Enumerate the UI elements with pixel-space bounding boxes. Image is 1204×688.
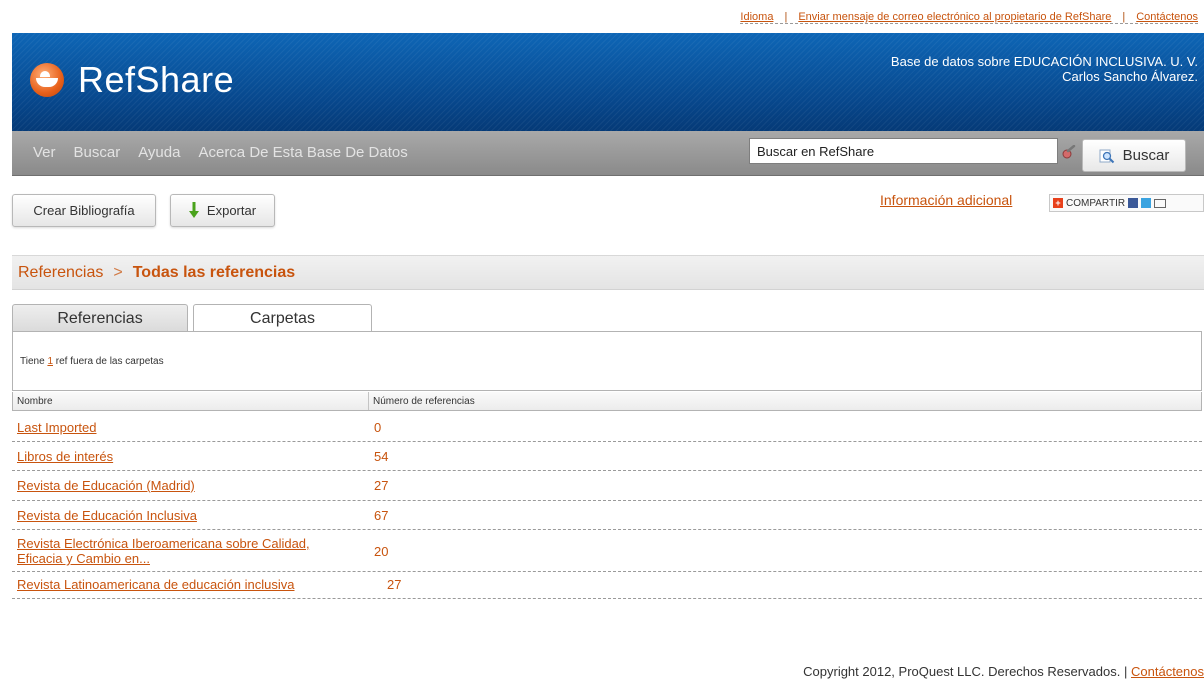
table-header: Nombre Número de referencias: [12, 392, 1202, 411]
clear-search-icon[interactable]: [1062, 145, 1076, 159]
refshare-logo-icon: [30, 63, 64, 97]
breadcrumb: Referencias > Todas las referencias: [12, 255, 1204, 290]
twitter-icon[interactable]: [1141, 198, 1152, 208]
facebook-icon[interactable]: [1128, 198, 1139, 208]
column-header-name[interactable]: Nombre: [17, 396, 53, 407]
folder-link[interactable]: Revista de Educación Inclusiva: [17, 508, 347, 523]
nav-items: Ver Buscar Ayuda Acerca De Esta Base De …: [33, 144, 408, 161]
database-name: Base de datos sobre EDUCACIÓN INCLUSIVA.…: [890, 54, 1198, 69]
database-info: Base de datos sobre EDUCACIÓN INCLUSIVA.…: [891, 54, 1198, 84]
export-button[interactable]: Exportar: [170, 194, 275, 227]
table-row: Libros de interés 54: [12, 442, 1202, 471]
export-button-label: Exportar: [206, 203, 257, 218]
folder-count: 67: [374, 508, 389, 523]
top-utility-bar: Idioma | Enviar mensaje de correo electrón…: [0, 0, 1204, 33]
copyright-text: Copyright 2012, ProQuest LLC. Derechos R…: [803, 664, 1121, 679]
folders-panel: Tiene 1 ref fuera de las carpetas: [12, 331, 1202, 391]
search-input[interactable]: [749, 138, 1058, 164]
breadcrumb-current: Todas las referencias: [132, 264, 296, 281]
top-separator: |: [1122, 11, 1126, 23]
folder-count: 27: [374, 478, 389, 493]
main-navigation: Ver Buscar Ayuda Acerca De Esta Base De …: [12, 131, 1204, 176]
contact-link[interactable]: Contáctenos: [1136, 11, 1198, 23]
message-prefix: Tiene: [20, 356, 45, 367]
header-banner: RefShare Base de datos sobre EDUCACIÓN I…: [12, 33, 1204, 131]
table-row: Last Imported 0: [12, 412, 1202, 442]
breadcrumb-separator: >: [113, 264, 123, 281]
tab-carpetas[interactable]: Carpetas: [193, 304, 372, 333]
idioma-link[interactable]: Idioma: [740, 11, 773, 23]
breadcrumb-trail: Referencias > Todas las referencias: [18, 264, 295, 282]
unfiled-refs-message: Tiene 1 ref fuera de las carpetas: [20, 356, 164, 367]
footer-separator: |: [1123, 664, 1128, 679]
database-owner: Carlos Sancho Álvarez.: [1062, 69, 1198, 84]
additional-info-link[interactable]: Información adicional: [880, 192, 1012, 208]
share-plus-icon: +: [1053, 198, 1063, 208]
share-label: COMPARTIR: [1066, 197, 1126, 209]
share-widget[interactable]: + COMPARTIR: [1049, 194, 1204, 212]
folder-link[interactable]: Last Imported: [17, 420, 347, 435]
refshare-logo[interactable]: RefShare: [30, 55, 234, 105]
nav-item-buscar[interactable]: Buscar: [74, 144, 121, 161]
email-owner-link[interactable]: Enviar mensaje de correo electrónico al …: [798, 11, 1111, 23]
breadcrumb-root[interactable]: Referencias: [18, 264, 103, 281]
nav-item-acerca[interactable]: Acerca De Esta Base De Datos: [198, 144, 407, 161]
create-bibliography-button[interactable]: Crear Bibliografía: [12, 194, 156, 227]
green-down-arrow-icon: [188, 202, 199, 218]
search-button-label: Buscar: [1122, 147, 1170, 164]
folder-link[interactable]: Libros de interés: [17, 449, 347, 464]
table-row: Revista Electrónica Iberoamericana sobre…: [12, 530, 1202, 572]
logo-text: RefShare: [78, 59, 235, 100]
folder-count: 54: [374, 449, 389, 464]
table-row: Revista Latinoamericana de educación inc…: [12, 572, 1202, 599]
folder-link[interactable]: Revista Electrónica Iberoamericana sobre…: [17, 536, 347, 566]
folder-count: 20: [374, 544, 389, 559]
table-row: Revista de Educación (Madrid) 27: [12, 471, 1202, 501]
message-suffix: ref fuera de las carpetas: [55, 356, 164, 367]
table-row: Revista de Educación Inclusiva 67: [12, 501, 1202, 530]
unfiled-count-link[interactable]: 1: [47, 356, 53, 367]
folder-link[interactable]: Revista de Educación (Madrid): [17, 478, 347, 493]
column-divider: [368, 392, 369, 410]
column-header-count[interactable]: Número de referencias: [373, 396, 475, 407]
folder-count: 27: [387, 577, 402, 592]
folders-table: Last Imported 0 Libros de interés 54 Rev…: [12, 412, 1202, 599]
search-button[interactable]: Buscar: [1082, 139, 1186, 172]
magnifier-icon: [1099, 149, 1114, 163]
folder-link[interactable]: Revista Latinoamericana de educación inc…: [17, 577, 377, 592]
top-links-row: Idioma | Enviar mensaje de correo electrón…: [740, 11, 1198, 24]
nav-item-ayuda[interactable]: Ayuda: [138, 144, 180, 161]
folder-count: 0: [374, 420, 382, 435]
top-separator: |: [784, 11, 788, 23]
nav-item-ver[interactable]: Ver: [33, 144, 56, 161]
footer-contact-link[interactable]: Contáctenos: [1131, 664, 1204, 679]
email-icon[interactable]: [1154, 198, 1167, 208]
footer: Copyright 2012, ProQuest LLC. Derechos R…: [803, 664, 1204, 679]
tab-referencias[interactable]: Referencias: [12, 304, 188, 332]
